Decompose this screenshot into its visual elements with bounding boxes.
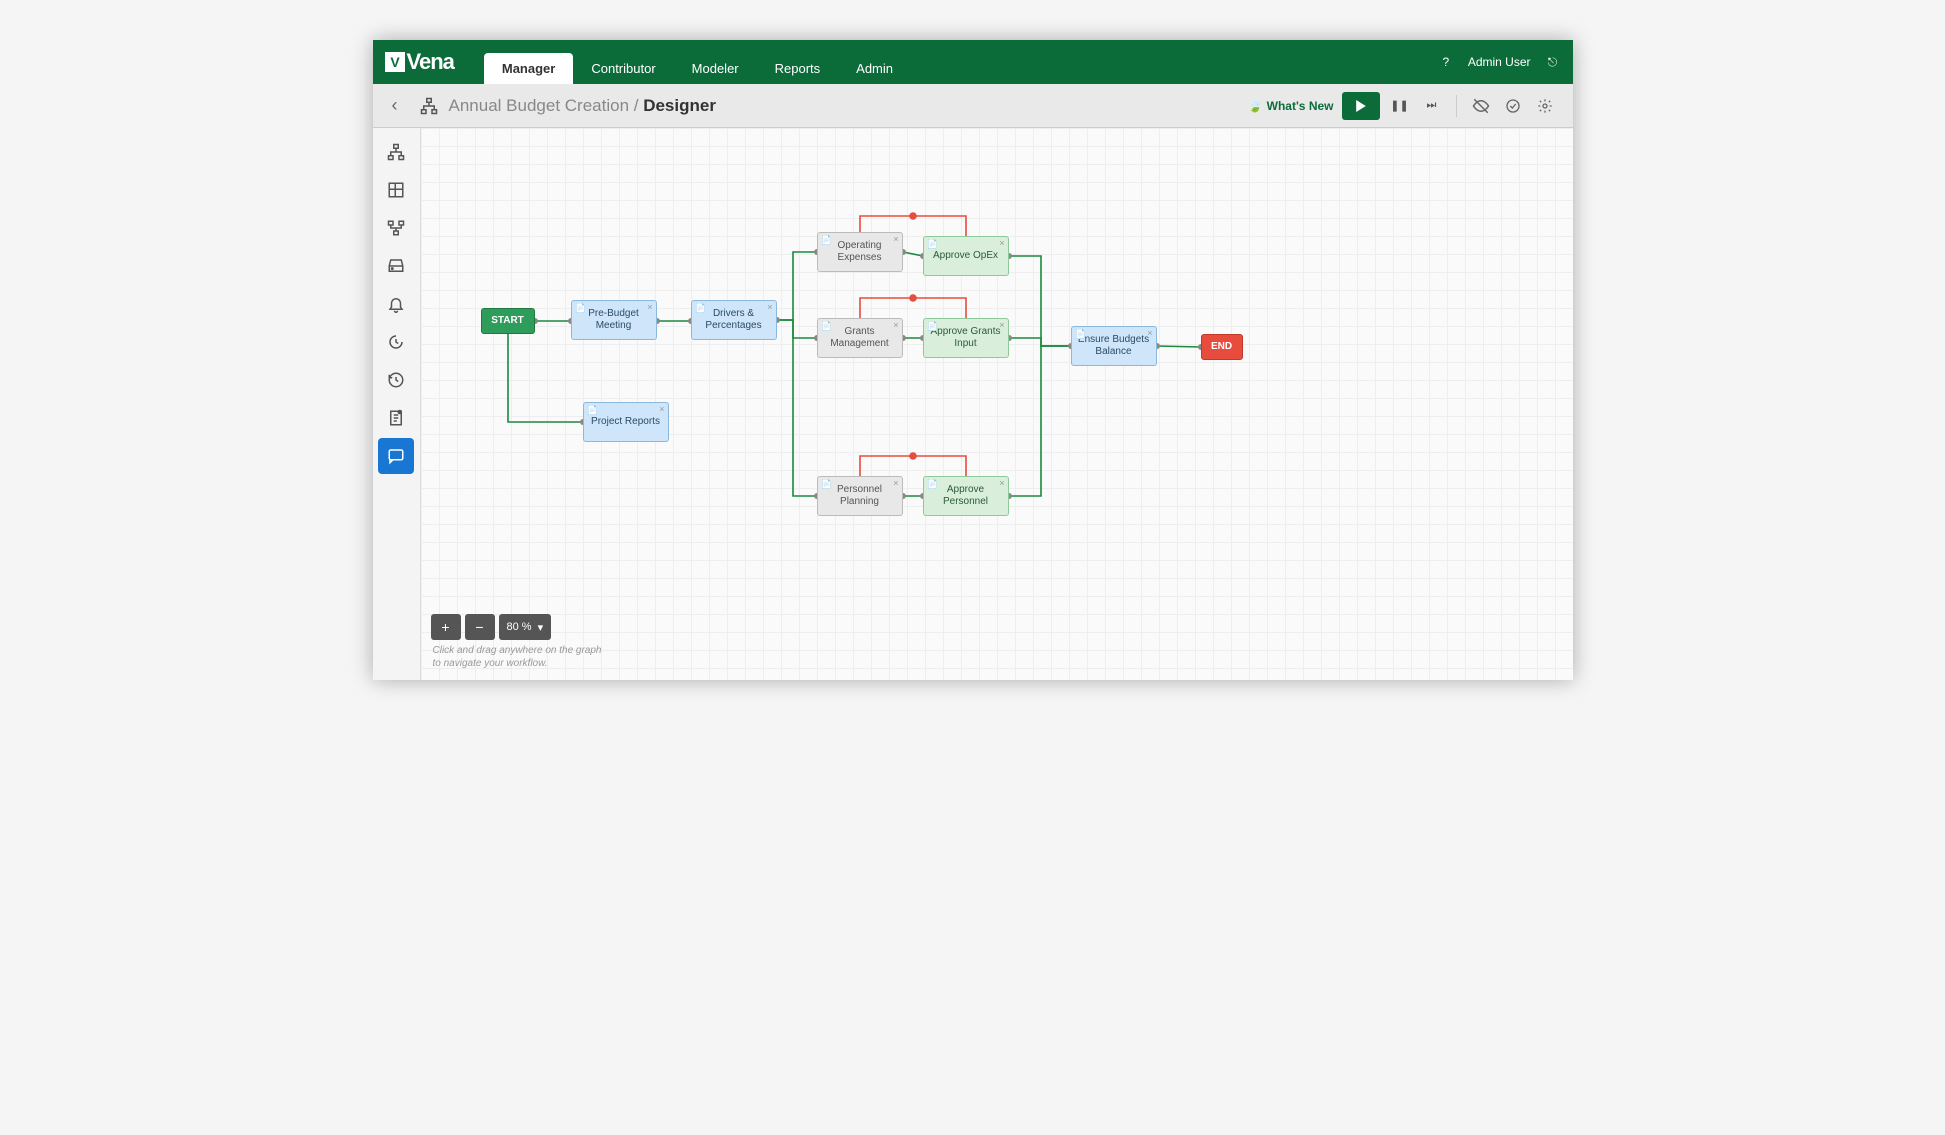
node-label: Approve Personnel (930, 484, 1002, 508)
node-type-icon: 📄 (821, 479, 832, 490)
zoom-controls: + − 80 % ▾ (431, 614, 552, 640)
workflow-node-reports[interactable]: Project Reports× 📄 (583, 402, 669, 442)
workflow-node-prebudget[interactable]: Pre-Budget Meeting× 📄 (571, 300, 657, 340)
node-close-icon[interactable]: × (659, 404, 664, 415)
sidebar-notifications-icon[interactable] (378, 286, 414, 322)
workflow-node-drivers[interactable]: Drivers & Percentages× 📄 (691, 300, 777, 340)
top-header: V Vena Manager Contributor Modeler Repor… (373, 40, 1573, 84)
node-label: Grants Management (824, 326, 896, 350)
chevron-down-icon: ▾ (538, 621, 544, 634)
skip-button[interactable]: ⏭ (1420, 92, 1444, 120)
main-tabs: Manager Contributor Modeler Reports Admi… (484, 40, 911, 84)
workflow-canvas[interactable]: STARTPre-Budget Meeting×📄Drivers & Perce… (421, 128, 1573, 680)
node-type-icon: 📄 (927, 321, 938, 332)
logout-icon[interactable]: ⎋ (1545, 54, 1561, 70)
help-icon[interactable]: ? (1438, 54, 1454, 70)
whats-new-button[interactable]: 🍃 What's New (1248, 99, 1334, 113)
workflow-node-apppersonnel[interactable]: Approve Personnel× 📄 (923, 476, 1009, 516)
sidebar-history-icon[interactable] (378, 362, 414, 398)
zoom-out-button[interactable]: − (465, 614, 495, 640)
validate-icon[interactable] (1501, 92, 1525, 120)
toolbar-right: 🍃 What's New ❚❚ ⏭ (1248, 92, 1565, 120)
node-close-icon[interactable]: × (647, 302, 652, 313)
left-sidebar (373, 128, 421, 680)
node-type-icon: 📄 (821, 321, 832, 332)
node-label: Personnel Planning (824, 484, 896, 508)
back-button[interactable]: ‹ (381, 92, 409, 120)
node-close-icon[interactable]: × (893, 234, 898, 245)
node-label: END (1211, 341, 1232, 353)
sidebar-notes-icon[interactable] (378, 400, 414, 436)
node-label: Drivers & Percentages (698, 308, 770, 332)
workflow-node-grants[interactable]: Grants Management× 📄 (817, 318, 903, 358)
node-close-icon[interactable]: × (893, 478, 898, 489)
node-label: Ensure Budgets Balance (1078, 334, 1150, 358)
node-label: Operating Expenses (824, 240, 896, 264)
node-close-icon[interactable]: × (999, 478, 1004, 489)
app-window: V Vena Manager Contributor Modeler Repor… (373, 40, 1573, 680)
breadcrumb-process: Annual Budget Creation (449, 96, 630, 115)
node-type-icon: 📄 (927, 239, 938, 250)
node-label: START (491, 315, 524, 327)
node-type-icon: 📄 (1075, 329, 1086, 340)
workflow-node-ensure[interactable]: Ensure Budgets Balance× 📄 (1071, 326, 1157, 366)
tab-contributor[interactable]: Contributor (573, 53, 673, 84)
sidebar-mapping-icon[interactable] (378, 210, 414, 246)
workflow-node-appgrants[interactable]: Approve Grants Input× 📄 (923, 318, 1009, 358)
tab-admin[interactable]: Admin (838, 53, 911, 84)
visibility-icon[interactable] (1469, 92, 1493, 120)
pause-button[interactable]: ❚❚ (1388, 92, 1412, 120)
process-icon (419, 96, 439, 116)
logo-mark-icon: V (385, 52, 405, 72)
zoom-level-dropdown[interactable]: 80 % ▾ (499, 614, 552, 640)
app-body: STARTPre-Budget Meeting×📄Drivers & Perce… (373, 128, 1573, 680)
node-close-icon[interactable]: × (767, 302, 772, 313)
sidebar-comments-icon[interactable] (378, 438, 414, 474)
zoom-in-button[interactable]: + (431, 614, 461, 640)
brand-logo: V Vena (385, 49, 454, 75)
user-name[interactable]: Admin User (1468, 55, 1531, 69)
breadcrumb-bar: ‹ Annual Budget Creation / Designer 🍃 Wh… (373, 84, 1573, 128)
breadcrumb: Annual Budget Creation / Designer (449, 96, 716, 116)
node-label: Approve Grants Input (930, 326, 1002, 350)
node-label: Project Reports (591, 416, 660, 428)
workflow-node-personnel[interactable]: Personnel Planning× 📄 (817, 476, 903, 516)
sidebar-storage-icon[interactable] (378, 248, 414, 284)
node-type-icon: 📄 (927, 479, 938, 490)
sidebar-schedule-icon[interactable] (378, 324, 414, 360)
node-type-icon: 📄 (695, 303, 706, 314)
play-button[interactable] (1342, 92, 1380, 120)
settings-icon[interactable] (1533, 92, 1557, 120)
workflow-node-appopex[interactable]: Approve OpEx× 📄 (923, 236, 1009, 276)
tab-modeler[interactable]: Modeler (674, 53, 757, 84)
node-close-icon[interactable]: × (893, 320, 898, 331)
sidebar-hierarchy-icon[interactable] (378, 134, 414, 170)
brand-name: Vena (407, 49, 454, 75)
leaf-icon: 🍃 (1248, 99, 1263, 113)
node-label: Pre-Budget Meeting (578, 308, 650, 332)
node-type-icon: 📄 (821, 235, 832, 246)
node-close-icon[interactable]: × (999, 320, 1004, 331)
toolbar-separator (1456, 95, 1457, 117)
tab-reports[interactable]: Reports (757, 53, 839, 84)
node-close-icon[interactable]: × (999, 238, 1004, 249)
node-type-icon: 📄 (587, 405, 598, 416)
workflow-node-opex[interactable]: Operating Expenses× 📄 (817, 232, 903, 272)
breadcrumb-sep: / (629, 96, 643, 115)
workflow-node-end[interactable]: END (1201, 334, 1243, 360)
workflow-node-start[interactable]: START (481, 308, 535, 334)
canvas-hint: Click and drag anywhere on the graph to … (433, 644, 613, 670)
whats-new-label: What's New (1267, 99, 1334, 113)
node-label: Approve OpEx (933, 250, 998, 262)
zoom-level-label: 80 % (507, 621, 532, 633)
node-type-icon: 📄 (575, 303, 586, 314)
sidebar-templates-icon[interactable] (378, 172, 414, 208)
breadcrumb-page: Designer (643, 96, 716, 115)
header-right: ? Admin User ⎋ (1438, 54, 1561, 70)
tab-manager[interactable]: Manager (484, 53, 573, 84)
node-close-icon[interactable]: × (1147, 328, 1152, 339)
